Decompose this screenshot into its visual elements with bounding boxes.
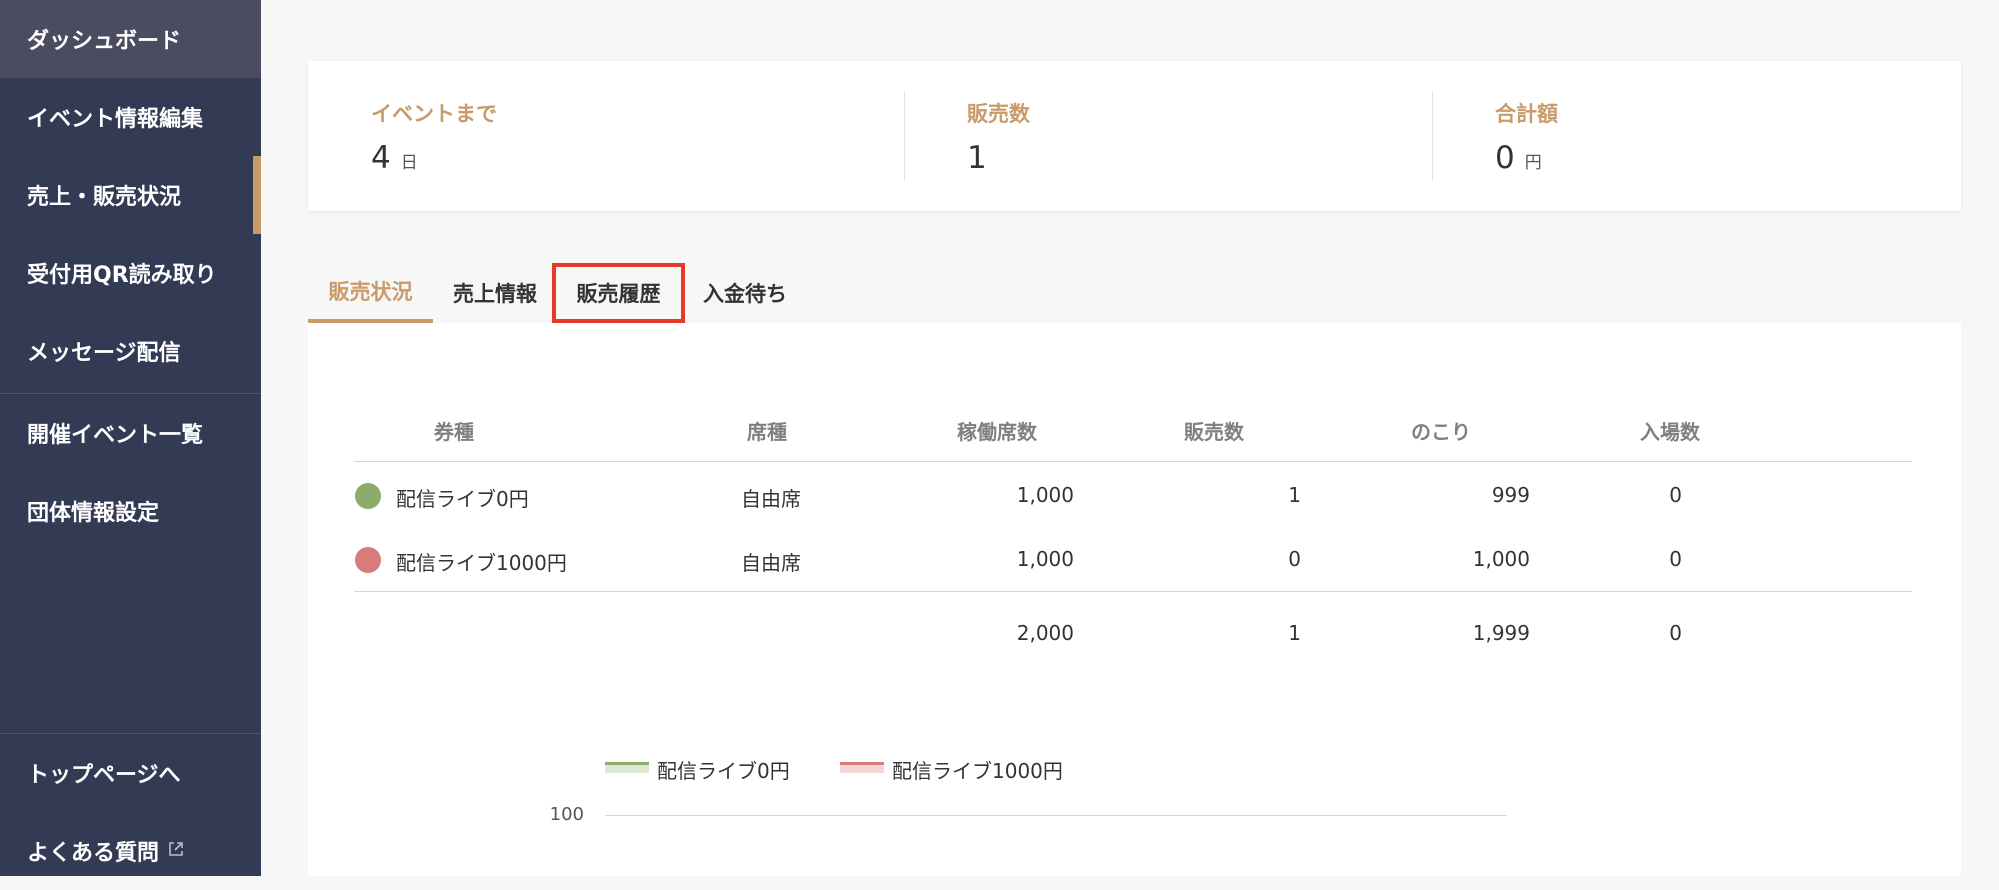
tab-sales-history[interactable]: 販売履歴 [552,263,685,323]
capacity-value: 1,000 [1016,483,1074,507]
total-sold: 1 [1288,621,1301,645]
sidebar-item-label: トップページへ [27,763,181,788]
sidebar-item-sales-status[interactable]: 売上・販売状況 [0,156,261,234]
sidebar-item-label: よくある質問 [27,841,160,866]
sold-value: 0 [1288,547,1301,571]
seat-type: 自由席 [741,551,801,575]
tab-sales-info[interactable]: 売上情報 [441,263,549,323]
sidebar-item-dashboard[interactable]: ダッシュボード [0,0,261,78]
tab-sales-status[interactable]: 販売状況 [308,263,433,323]
legend-swatch-series-1 [840,762,884,773]
remaining-value: 1,000 [1472,547,1530,571]
sidebar-item-label: 開催イベント一覧 [27,423,204,448]
sidebar-item-org-settings[interactable]: 団体情報設定 [0,472,261,550]
column-header-entered: 入場数 [1640,420,1700,444]
total-entered: 0 [1669,621,1682,645]
series-color-dot [355,547,381,573]
stat-unit: 円 [1524,153,1542,173]
stat-label: イベントまで [371,102,497,126]
tab-awaiting-payment[interactable]: 入金待ち [691,263,799,323]
stat-value-row: 4日 [371,140,497,176]
ticket-name: 配信ライブ0円 [396,487,529,511]
column-header-ticket-type: 券種 [434,420,474,444]
stat-unit: 日 [400,153,418,173]
tab-label: 売上情報 [453,282,537,306]
sidebar: ダッシュボード イベント情報編集 売上・販売状況 受付用QR読み取り メッセージ… [0,0,261,876]
sidebar-item-label: 団体情報設定 [27,501,160,526]
stat-value-row: 1 [967,140,1030,176]
table-header-divider [354,461,1912,462]
sidebar-item-label: メッセージ配信 [27,341,181,366]
ticket-name: 配信ライブ1000円 [396,551,567,575]
entered-value: 0 [1669,547,1682,571]
stat-value: 1 [967,140,987,176]
stat-value-row: 0円 [1495,140,1558,176]
legend-swatch-series-0 [605,762,649,773]
column-header-remaining: のこり [1411,420,1471,444]
stat-divider [1432,92,1433,181]
stat-days-until-event: イベントまで 4日 [371,98,497,176]
sold-value: 1 [1288,483,1301,507]
sidebar-item-label: 受付用QR読み取り [27,263,217,288]
column-header-sold: 販売数 [1184,420,1244,444]
sidebar-item-message[interactable]: メッセージ配信 [0,312,261,390]
stat-value: 0 [1495,140,1515,176]
column-header-capacity: 稼働席数 [957,420,1037,444]
stat-total-amount: 合計額 0円 [1495,98,1558,176]
sidebar-item-qr-reader[interactable]: 受付用QR読み取り [0,234,261,312]
sidebar-item-label: 売上・販売状況 [27,185,182,210]
stat-sold-count: 販売数 1 [967,98,1030,176]
sidebar-item-event-edit[interactable]: イベント情報編集 [0,78,261,156]
stat-label: 合計額 [1495,102,1558,126]
total-remaining: 1,999 [1472,621,1530,645]
y-tick-label: 100 [549,804,584,825]
legend-label-series-1: 配信ライブ1000円 [892,759,1063,783]
stat-divider [904,92,905,181]
external-link-icon [167,840,185,863]
tab-label: 販売履歴 [576,282,661,306]
sales-status-panel [308,323,1961,876]
column-header-seat-type: 席種 [747,420,787,444]
sidebar-item-event-list[interactable]: 開催イベント一覧 [0,394,261,472]
remaining-value: 999 [1491,483,1530,507]
entered-value: 0 [1669,483,1682,507]
total-capacity: 2,000 [1016,621,1074,645]
seat-type: 自由席 [741,487,801,511]
stat-label: 販売数 [967,102,1030,126]
capacity-value: 1,000 [1016,547,1074,571]
y-gridline [605,815,1507,816]
sidebar-item-top-page[interactable]: トップページへ [0,734,261,812]
sidebar-item-label: イベント情報編集 [27,107,204,132]
stat-value: 4 [371,140,391,176]
legend-label-series-0: 配信ライブ0円 [657,759,790,783]
tab-label: 販売状況 [328,280,413,304]
tab-label: 入金待ち [703,282,787,306]
summary-card: イベントまで 4日 販売数 1 合計額 0円 [308,61,1961,211]
sidebar-item-faq[interactable]: よくある質問 [0,812,261,890]
series-color-dot [355,483,381,509]
sidebar-item-label: ダッシュボード [27,29,182,54]
table-totals-divider [354,591,1912,592]
